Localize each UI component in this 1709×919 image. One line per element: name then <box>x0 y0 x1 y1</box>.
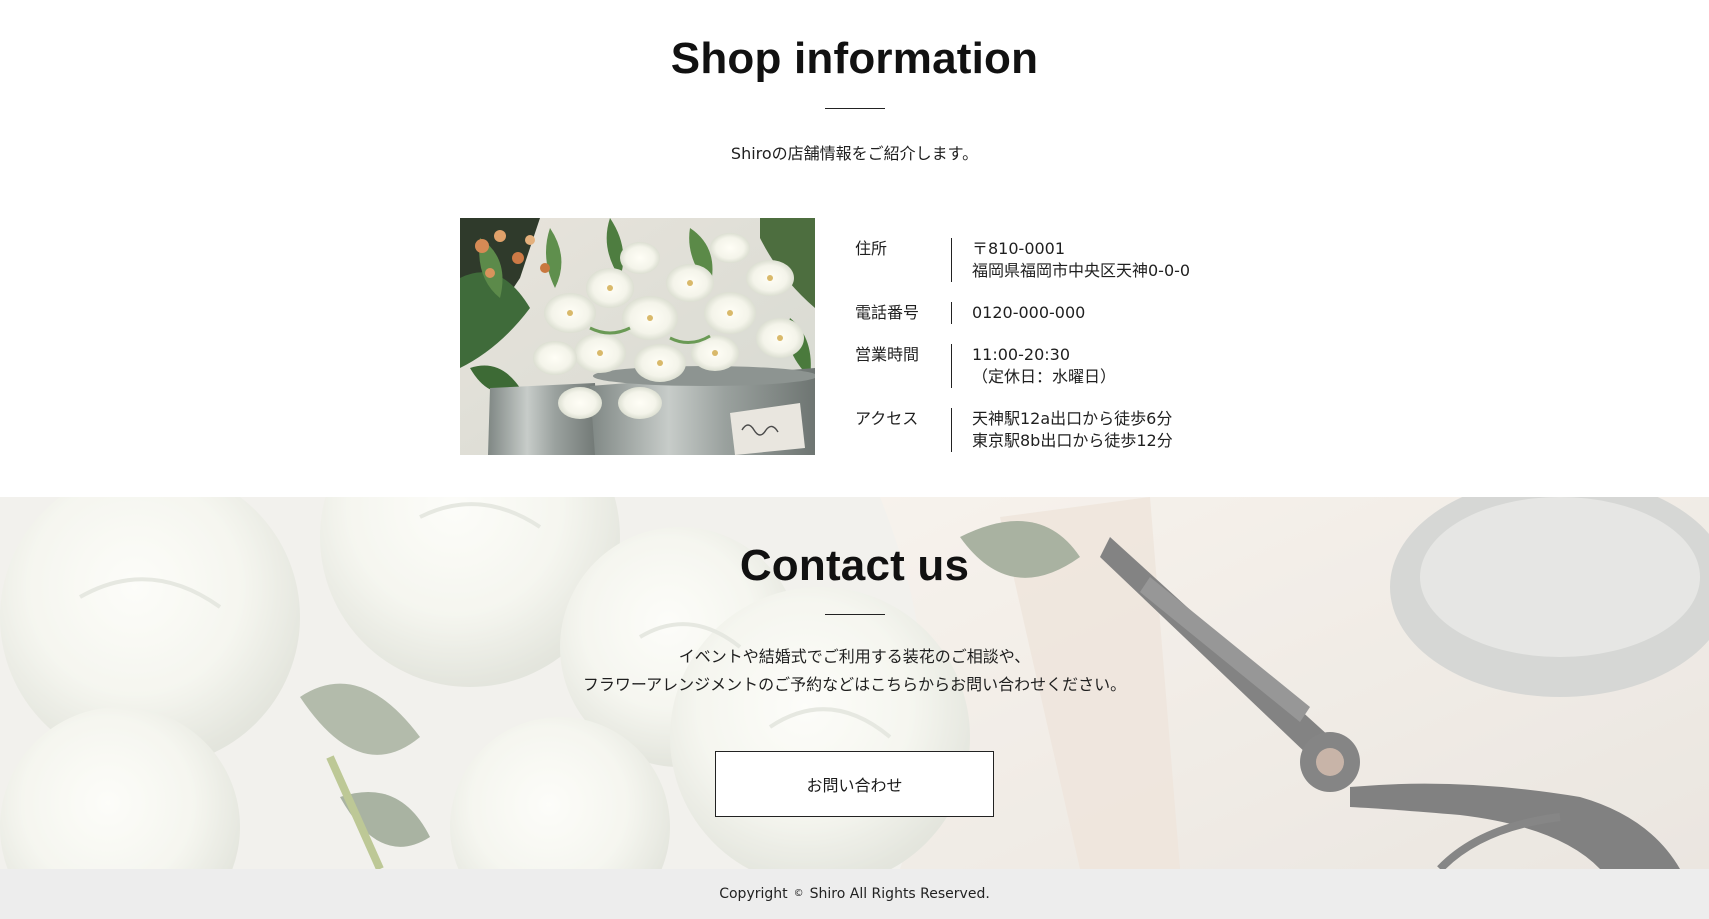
info-row-address: 住所 〒810-0001 福岡県福岡市中央区天神0-0-0 <box>855 238 1275 282</box>
contact-button[interactable]: お問い合わせ <box>715 751 994 817</box>
info-divider <box>951 238 952 282</box>
info-label-hours: 営業時間 <box>855 345 920 364</box>
contact-title-underline <box>825 614 885 615</box>
business-hours: 11:00-20:30 <box>972 345 1070 364</box>
info-value-phone: 0120-000-000 <box>972 302 1085 324</box>
copyright-prefix: Copyright <box>719 886 788 902</box>
shop-info-table: 住所 〒810-0001 福岡県福岡市中央区天神0-0-0 電話番号 0120-… <box>855 238 1275 472</box>
contact-section: Contact us イベントや結婚式でご利用する装花のご相談や、 フラワーアレ… <box>0 497 1709 869</box>
footer: Copyright © Shiro All Rights Reserved. <box>0 869 1709 919</box>
phone-number: 0120-000-000 <box>972 303 1086 322</box>
shop-photo-illustration <box>460 218 815 455</box>
contact-lead-line-2: フラワーアレンジメントのご予約などはこちらからお問い合わせください。 <box>582 675 1127 694</box>
page: Shop information Shiroの店舗情報をご紹介します。 住所 〒… <box>0 0 1709 919</box>
info-label-access: アクセス <box>855 409 919 428</box>
shop-information-title: Shop information <box>670 34 1039 83</box>
copyright-symbol: © <box>793 887 804 899</box>
info-label-address: 住所 <box>855 239 888 258</box>
info-value-address: 〒810-0001 福岡県福岡市中央区天神0-0-0 <box>972 238 1190 282</box>
address-line: 福岡県福岡市中央区天神0-0-0 <box>972 261 1191 280</box>
info-divider <box>951 344 952 388</box>
contact-lead-line-1: イベントや結婚式でご利用する装花のご相談や、 <box>678 647 1031 666</box>
info-value-access: 天神駅12a出口から徒歩6分 東京駅8b出口から徒歩12分 <box>972 408 1173 452</box>
shop-lead-text: Shiroの店舗情報をご紹介します。 <box>730 144 979 163</box>
shop-information-section: Shop information Shiroの店舗情報をご紹介します。 住所 〒… <box>0 0 1709 497</box>
contact-title: Contact us <box>739 541 970 590</box>
access-line-2: 東京駅8b出口から徒歩12分 <box>972 431 1173 450</box>
contact-lead-text: イベントや結婚式でご利用する装花のご相談や、 フラワーアレンジメントのご予約など… <box>0 643 1709 699</box>
copyright-text: Shiro All Rights Reserved. <box>809 886 990 902</box>
shop-title-underline <box>825 108 885 109</box>
info-divider <box>951 302 952 324</box>
info-row-access: アクセス 天神駅12a出口から徒歩6分 東京駅8b出口から徒歩12分 <box>855 408 1275 452</box>
info-row-hours: 営業時間 11:00-20:30 （定休日：水曜日） <box>855 344 1275 388</box>
info-divider <box>951 408 952 452</box>
closed-day: （定休日：水曜日） <box>972 367 1117 386</box>
access-line-1: 天神駅12a出口から徒歩6分 <box>972 409 1173 428</box>
shop-photo <box>460 218 815 455</box>
info-value-hours: 11:00-20:30 （定休日：水曜日） <box>972 344 1116 388</box>
info-label-phone: 電話番号 <box>855 303 920 322</box>
info-row-phone: 電話番号 0120-000-000 <box>855 302 1275 324</box>
postal-code: 〒810-0001 <box>972 239 1066 258</box>
